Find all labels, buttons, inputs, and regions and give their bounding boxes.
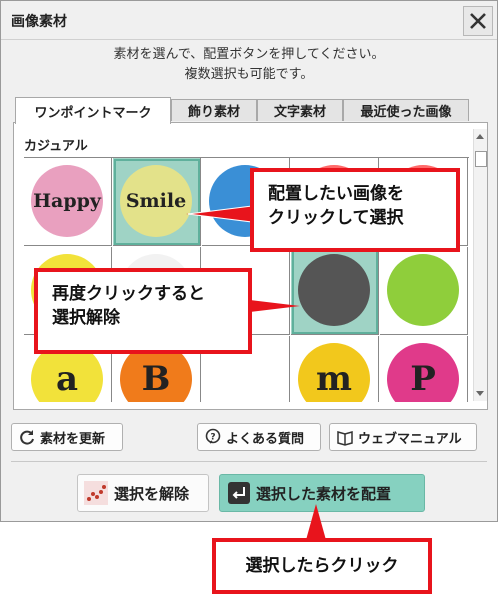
place-tip-callout: 配置したい画像を クリックして選択 <box>250 168 460 252</box>
place-tip-line-2: クリックして選択 <box>268 208 404 228</box>
arrow-to-deselect-item <box>250 300 300 312</box>
place-tip-line-1: 配置したい画像を <box>268 184 404 204</box>
click-tip-text: 選択したらクリック <box>245 556 399 576</box>
arrow-to-selected-item <box>186 206 252 222</box>
deselect-tip-line-2: 選択解除 <box>52 308 120 328</box>
tab-one-point-mark[interactable]: ワンポイントマーク <box>15 97 171 124</box>
deselect-tip-line-1: 再度クリックすると <box>52 284 205 304</box>
arrow-to-place-button <box>306 504 326 540</box>
click-tip-callout: 選択したらクリック <box>212 538 432 594</box>
deselect-tip-callout: 再度クリックすると 選択解除 <box>34 268 252 354</box>
